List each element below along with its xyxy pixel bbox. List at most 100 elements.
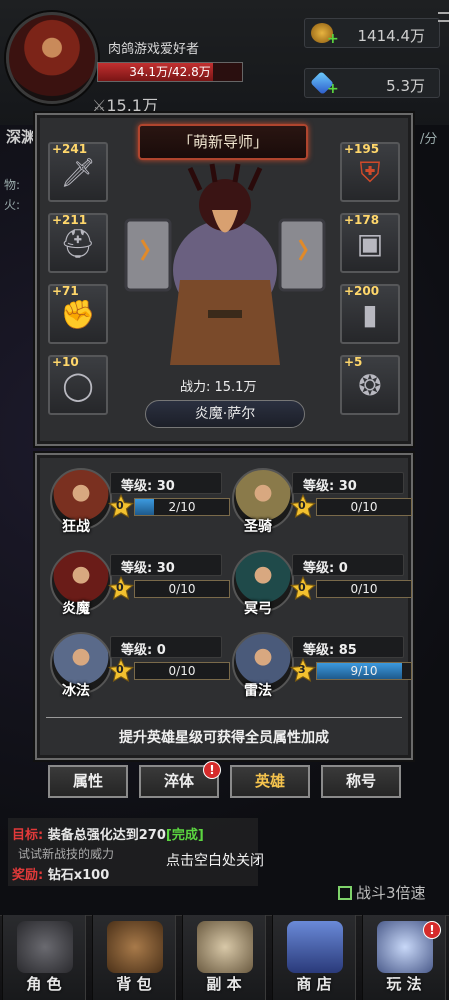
hero-name: 狂战 bbox=[62, 519, 90, 535]
quest-hint: 试试新战技的威力 bbox=[18, 847, 115, 861]
per-minute-label: /分 bbox=[420, 132, 438, 147]
stat-fire: 火: bbox=[4, 198, 21, 212]
nav-skull[interactable]: 副 本 bbox=[182, 915, 266, 1000]
hero-level: 等级: 30 bbox=[121, 561, 175, 576]
equipment-slot-left-1[interactable]: ⛑ +211 bbox=[48, 213, 108, 273]
nav-label: 背 包 bbox=[116, 975, 152, 993]
nav-gameplay[interactable]: 玩 法! bbox=[362, 915, 446, 1000]
tab-label: 英雄 bbox=[254, 772, 285, 790]
star-progress-bar: 0/10 bbox=[134, 662, 230, 680]
star-bonus-tip: 提升英雄星级可获得全员属性加成 bbox=[119, 730, 329, 746]
hero-card[interactable]: 圣骑 等级: 30 0/10 0 bbox=[232, 468, 412, 542]
nav-shop[interactable]: 商 店 bbox=[272, 915, 356, 1000]
hero-level: 等级: 85 bbox=[303, 643, 357, 658]
gem-value: 5.3万 bbox=[386, 77, 425, 95]
player-hp-bar: 34.1万/42.8万 bbox=[97, 62, 243, 82]
armor-icon: ▣ bbox=[356, 227, 384, 260]
slot-bonus: +241 bbox=[52, 142, 88, 156]
progress-text: 9/10 bbox=[350, 664, 378, 678]
hero-name: 冰法 bbox=[62, 683, 90, 699]
star-progress-bar: 0/10 bbox=[316, 580, 412, 598]
skull-icon bbox=[197, 921, 253, 973]
hero-card[interactable]: 冥弓 等级: 0 0/10 0 bbox=[232, 550, 412, 624]
tab-2[interactable]: 英雄 bbox=[230, 765, 310, 798]
progress-text: 0/10 bbox=[350, 500, 378, 514]
equipment-slot-right-2[interactable]: ▮ +200 bbox=[340, 284, 400, 344]
hero-power: 战力: 15.1万 bbox=[180, 380, 257, 395]
gauntlet-icon: ✊ bbox=[60, 298, 96, 331]
slot-bonus: +200 bbox=[344, 284, 380, 298]
hp-text: 34.1万/42.8万 bbox=[129, 65, 211, 79]
player-avatar[interactable] bbox=[6, 12, 98, 104]
battle-speed-label: 战斗3倍速 bbox=[356, 884, 426, 902]
boots-icon: ▮ bbox=[362, 298, 378, 331]
hero-level: 等级: 0 bbox=[121, 643, 166, 658]
equipment-slot-right-1[interactable]: ▣ +178 bbox=[340, 213, 400, 273]
hero-name: 炎魔 bbox=[62, 601, 90, 617]
nav-backpack[interactable]: 背 包 bbox=[92, 915, 176, 1000]
nav-label: 角 色 bbox=[26, 975, 62, 993]
quest-goal: 目标: 装备总强化达到270[完成] bbox=[12, 828, 204, 843]
slot-bonus: +178 bbox=[344, 213, 380, 227]
hero-portrait-demon bbox=[124, 163, 326, 365]
tab-label: 属性 bbox=[72, 772, 103, 790]
nav-label: 商 店 bbox=[296, 975, 332, 993]
equipment-slot-left-0[interactable]: 🗡 +241 bbox=[48, 142, 108, 202]
hero-level: 等级: 30 bbox=[303, 479, 357, 494]
notification-badge: ! bbox=[203, 761, 221, 779]
equipment-slot-right-3[interactable]: ❂ +5 bbox=[340, 355, 400, 415]
hero-level-box: 等级: 0 bbox=[292, 554, 404, 576]
battle-speed-checkbox[interactable] bbox=[338, 886, 352, 900]
shop-icon bbox=[287, 921, 343, 973]
hero-level-box: 等级: 30 bbox=[292, 472, 404, 494]
star-progress-bar: 9/10 bbox=[316, 662, 412, 680]
divider bbox=[46, 717, 402, 718]
hero-level-box: 等级: 0 bbox=[110, 636, 222, 658]
sword-icon: 🗡 bbox=[60, 156, 96, 189]
equipment-slot-right-0[interactable]: ⛨ +195 bbox=[340, 142, 400, 202]
hero-name-plate[interactable]: 炎魔·萨尔 bbox=[145, 400, 305, 428]
tab-3[interactable]: 称号 bbox=[321, 765, 401, 798]
hero-card[interactable]: 狂战 等级: 30 2/10 0 bbox=[50, 468, 230, 542]
gold-value: 1414.4万 bbox=[357, 27, 426, 45]
progress-text: 0/10 bbox=[168, 664, 196, 678]
star-progress-bar: 0/10 bbox=[316, 498, 412, 516]
player-name: 肉鸽游戏爱好者 bbox=[108, 42, 200, 57]
ring-icon: ◯ bbox=[62, 369, 94, 402]
character-icon bbox=[17, 921, 73, 973]
hero-title-banner: 「萌新导师」 bbox=[138, 124, 308, 160]
hero-card[interactable]: 炎魔 等级: 30 0/10 0 bbox=[50, 550, 230, 624]
slot-bonus: +211 bbox=[52, 213, 88, 227]
star-count: 3 bbox=[298, 663, 306, 676]
hero-card[interactable]: 冰法 等级: 0 0/10 0 bbox=[50, 632, 230, 706]
notification-badge: ! bbox=[423, 921, 441, 939]
quest-reward: 奖励: 钻石x100 bbox=[12, 868, 110, 883]
shield-icon: ⛨ bbox=[359, 156, 381, 189]
hero-level-box: 等级: 85 bbox=[292, 636, 404, 658]
star-count: 0 bbox=[298, 499, 306, 512]
close-hint: 点击空白处关闭 bbox=[166, 853, 264, 869]
progress-text: 2/10 bbox=[168, 500, 196, 514]
hero-name: 冥弓 bbox=[244, 601, 272, 617]
star-progress-bar: 0/10 bbox=[134, 580, 230, 598]
hero-level: 等级: 0 bbox=[303, 561, 348, 576]
add-gold-icon: + bbox=[327, 31, 339, 47]
equipment-slot-left-2[interactable]: ✊ +71 bbox=[48, 284, 108, 344]
nav-label: 玩 法 bbox=[386, 975, 422, 993]
progress-text: 0/10 bbox=[350, 582, 378, 596]
tab-label: 称号 bbox=[345, 772, 376, 790]
tab-0[interactable]: 属性 bbox=[48, 765, 128, 798]
nav-character[interactable]: 角 色 bbox=[2, 915, 86, 1000]
hero-level-box: 等级: 30 bbox=[110, 472, 222, 494]
equipment-slot-left-3[interactable]: ◯ +10 bbox=[48, 355, 108, 415]
stat-physical: 物: bbox=[4, 178, 21, 192]
helmet-icon: ⛑ bbox=[60, 227, 96, 260]
gold-counter[interactable]: + 1414.4万 bbox=[304, 18, 440, 48]
hero-card[interactable]: 雷法 等级: 85 9/10 3 bbox=[232, 632, 412, 706]
menu-icon[interactable] bbox=[438, 12, 449, 22]
gem-counter[interactable]: + 5.3万 bbox=[304, 68, 440, 98]
star-progress-bar: 2/10 bbox=[134, 498, 230, 516]
star-count: 0 bbox=[298, 581, 306, 594]
tab-1[interactable]: 淬体! bbox=[139, 761, 221, 798]
star-count: 0 bbox=[116, 663, 124, 676]
